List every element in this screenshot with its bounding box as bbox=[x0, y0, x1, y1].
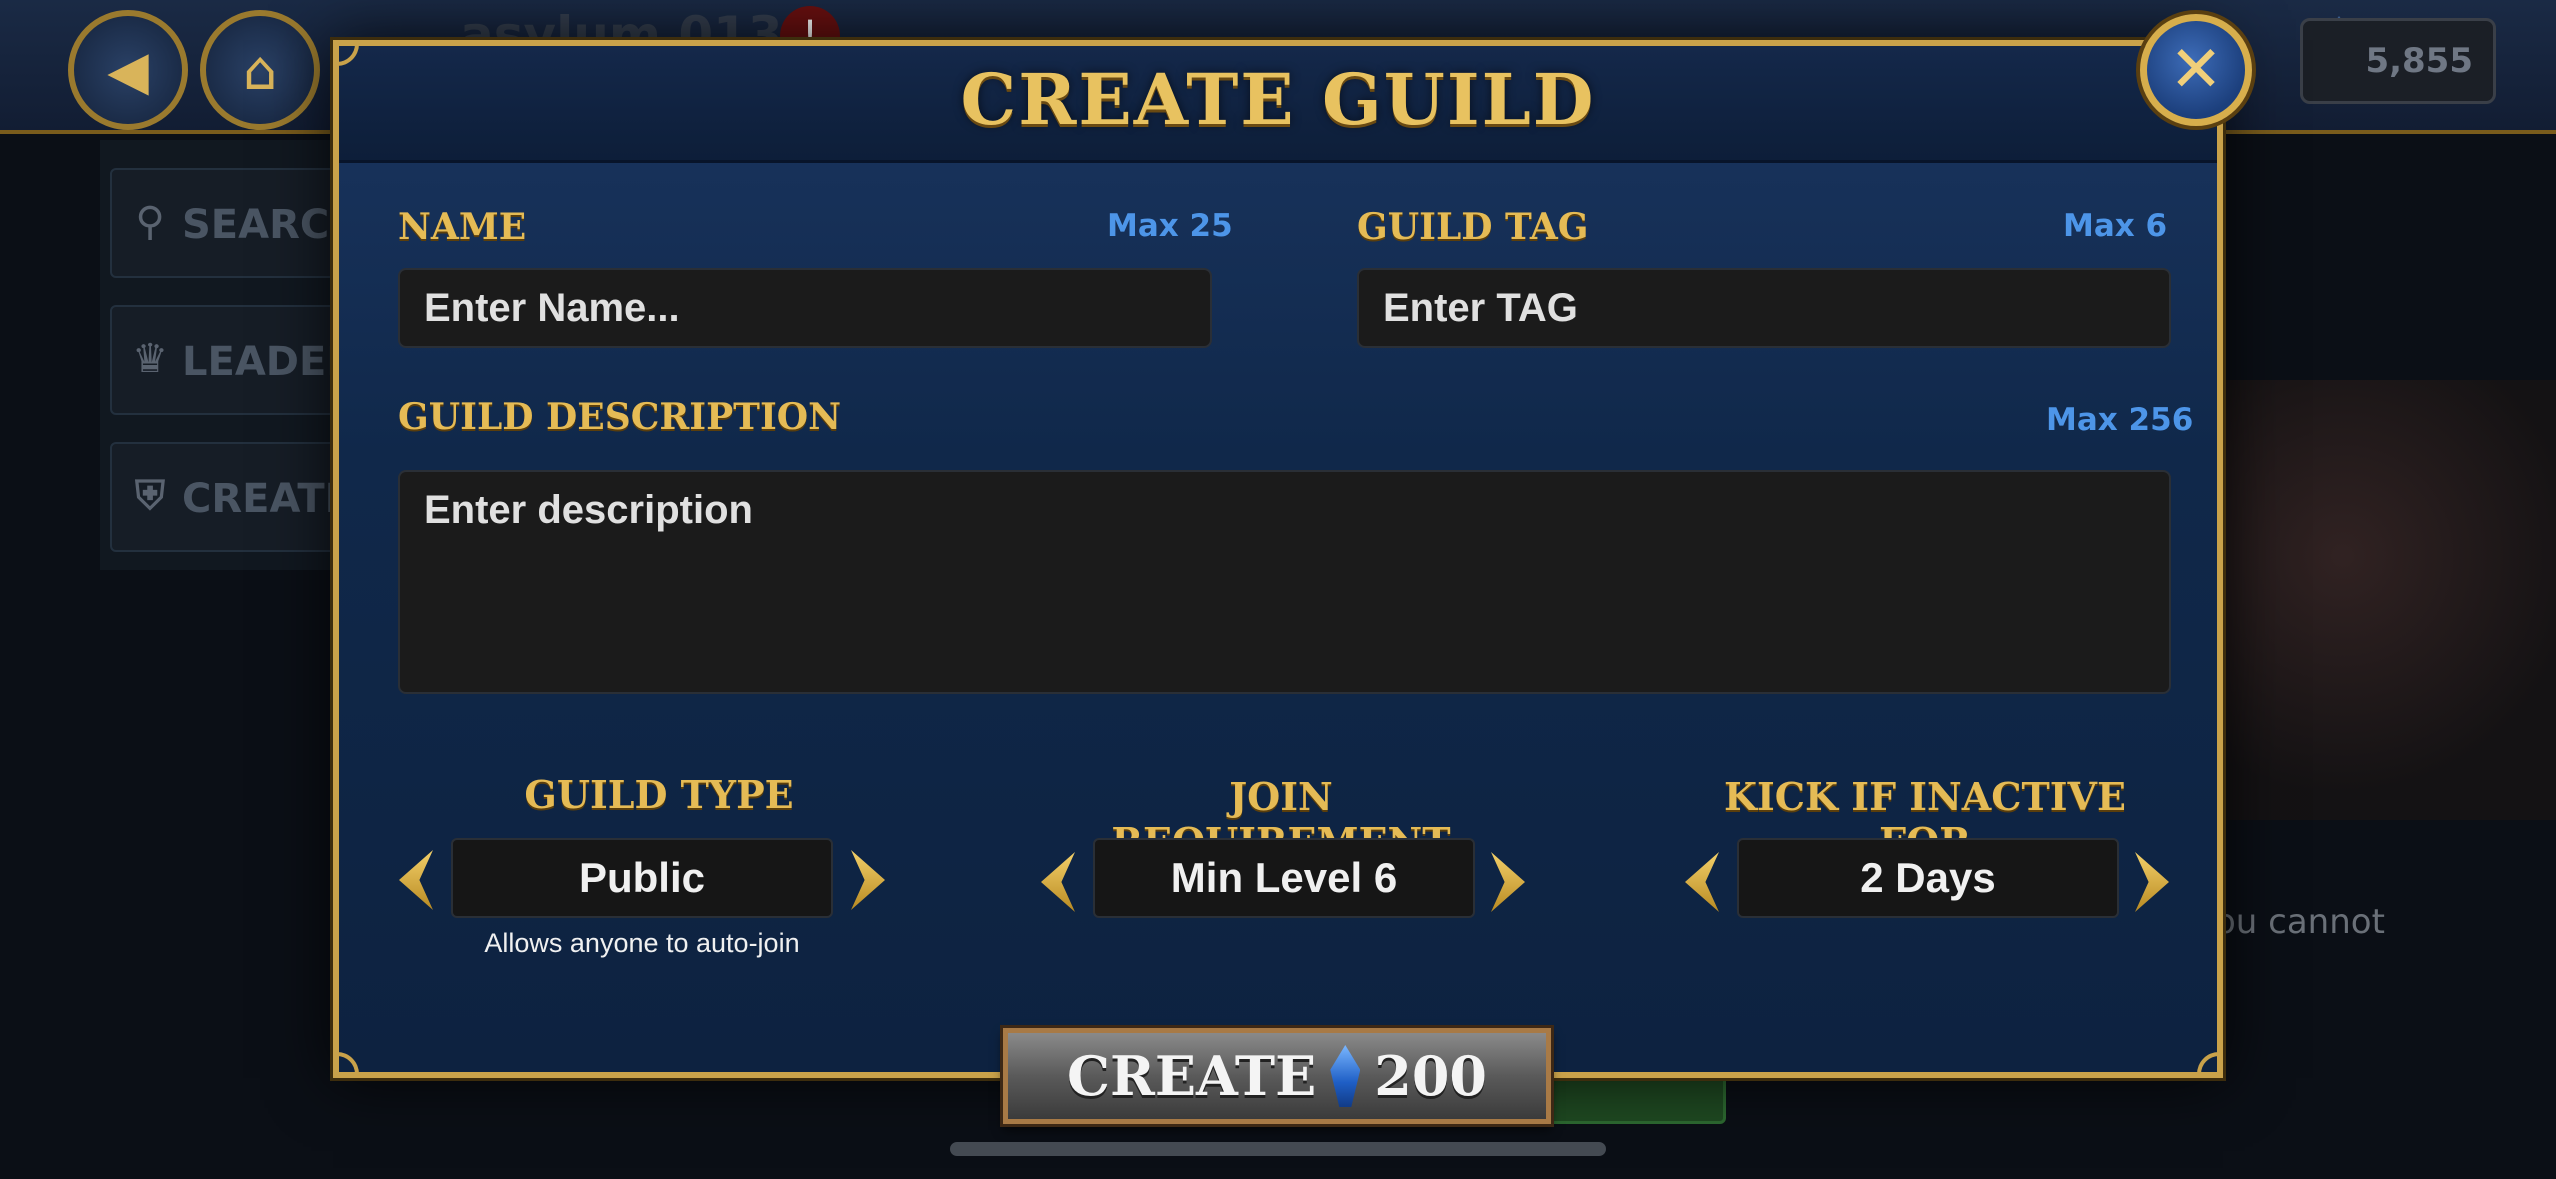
guild-crest-icon: ⛨ bbox=[135, 473, 165, 519]
trophy-icon: ♛ bbox=[132, 336, 168, 382]
create-button-label: CREATE bbox=[1066, 1044, 1317, 1108]
kick-inactive-next-arrow-icon[interactable] bbox=[2135, 852, 2169, 912]
name-input[interactable]: Enter Name... bbox=[398, 268, 1212, 348]
guild-description-label: GUILD DESCRIPTION bbox=[398, 396, 842, 438]
frame-corner bbox=[337, 1052, 359, 1074]
back-button[interactable]: ◀ bbox=[68, 10, 188, 130]
menu-item-create[interactable]: ⛨ CREATE bbox=[110, 442, 350, 552]
tag-max-label: Max 6 bbox=[2063, 208, 2168, 244]
guild-emblem-art bbox=[2200, 380, 2556, 820]
background-info-text: ou cannot bbox=[2215, 902, 2385, 942]
join-requirement-next-arrow-icon[interactable] bbox=[1491, 852, 1525, 912]
menu-item-leaderboard[interactable]: ♛ LEADERBOARD bbox=[110, 305, 350, 415]
create-cost: 200 bbox=[1374, 1044, 1488, 1108]
name-label: NAME bbox=[398, 206, 527, 248]
create-guild-dialog: CREATE GUILD NAME Max 25 Enter Name... G… bbox=[333, 40, 2223, 1078]
close-button[interactable]: ✕ bbox=[2140, 14, 2252, 126]
guild-type-prev-arrow-icon[interactable] bbox=[399, 850, 433, 910]
guild-type-value: Public bbox=[451, 838, 833, 918]
kick-inactive-value: 2 Days bbox=[1737, 838, 2119, 918]
create-guild-button[interactable]: CREATE 200 bbox=[1003, 1028, 1551, 1124]
back-arrow-icon: ◀ bbox=[107, 38, 149, 102]
guild-type-description: Allows anyone to auto-join bbox=[484, 928, 800, 958]
name-max-label: Max 25 bbox=[1107, 208, 1233, 244]
guild-description-input[interactable]: Enter description bbox=[398, 470, 2171, 694]
dialog-header: CREATE GUILD bbox=[339, 46, 2217, 163]
home-button[interactable]: ⌂ bbox=[200, 10, 320, 130]
join-requirement-prev-arrow-icon[interactable] bbox=[1041, 852, 1075, 912]
dialog-title: CREATE GUILD bbox=[960, 58, 1596, 141]
kick-inactive-prev-arrow-icon[interactable] bbox=[1685, 852, 1719, 912]
home-indicator[interactable] bbox=[950, 1142, 1606, 1156]
description-max-label: Max 256 bbox=[2046, 402, 2194, 438]
guild-tag-label: GUILD TAG bbox=[1357, 206, 1589, 248]
guild-type-next-arrow-icon[interactable] bbox=[851, 850, 885, 910]
currency-counter: 5,855 bbox=[2300, 18, 2496, 104]
guild-type-label: GUILD TYPE bbox=[524, 772, 794, 817]
magnifier-icon: ⚲ bbox=[135, 199, 165, 245]
guild-tag-input[interactable]: Enter TAG bbox=[1357, 268, 2171, 348]
join-requirement-value: Min Level 6 bbox=[1093, 838, 1475, 918]
home-icon: ⌂ bbox=[242, 38, 278, 102]
menu-item-search[interactable]: ⚲ SEARCH bbox=[110, 168, 350, 278]
frame-corner bbox=[2197, 1052, 2219, 1074]
close-icon: ✕ bbox=[2169, 33, 2223, 107]
gem-icon bbox=[1330, 1045, 1361, 1107]
